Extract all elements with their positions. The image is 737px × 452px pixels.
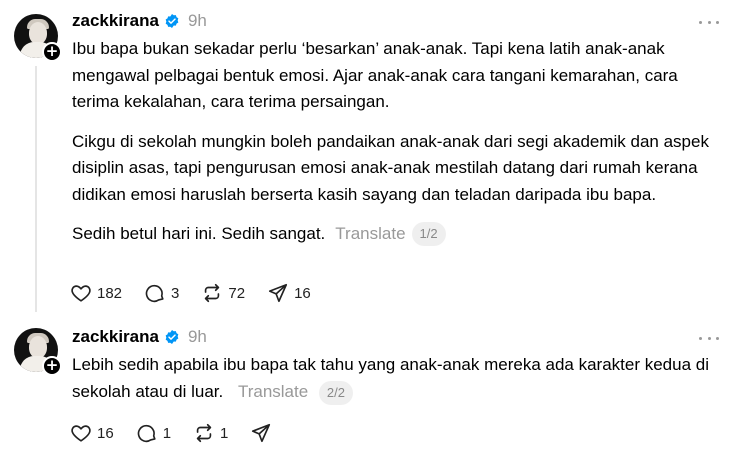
post-time: 9h bbox=[187, 327, 207, 346]
verified-badge-icon bbox=[165, 330, 179, 344]
avatar-container[interactable]: + bbox=[14, 14, 62, 62]
send-icon bbox=[268, 283, 288, 303]
post-paragraph: Ibu bapa bukan sekadar perlu ‘besarkan’ … bbox=[72, 39, 678, 111]
translate-link[interactable]: Translate bbox=[335, 221, 405, 248]
share-count: 16 bbox=[294, 284, 311, 302]
share-button[interactable]: 16 bbox=[267, 282, 311, 304]
share-button[interactable] bbox=[250, 422, 277, 444]
post-time: 9h bbox=[187, 11, 207, 30]
repost-icon bbox=[196, 423, 212, 443]
reply-button[interactable]: 3 bbox=[144, 282, 179, 304]
repost-count: 1 bbox=[220, 424, 229, 442]
follow-plus-icon[interactable]: + bbox=[42, 42, 62, 62]
post-paragraph: Cikgu di sekolah mungkin boleh pandaikan… bbox=[72, 131, 709, 204]
follow-plus-icon[interactable]: + bbox=[42, 356, 62, 376]
send-icon bbox=[252, 423, 271, 443]
translate-link[interactable]: Translate bbox=[238, 382, 308, 401]
reply-count: 1 bbox=[162, 424, 172, 442]
verified-badge-icon bbox=[165, 14, 179, 28]
repost-icon bbox=[205, 283, 220, 303]
post-header: zackkirana 9h bbox=[72, 9, 207, 33]
avatar-container[interactable]: + bbox=[14, 328, 62, 376]
more-dots-icon[interactable] bbox=[699, 12, 719, 32]
post-actions: 16 1 1 bbox=[70, 422, 299, 444]
comment-icon bbox=[137, 424, 156, 443]
username[interactable]: zackkirana bbox=[72, 327, 159, 347]
heart-icon bbox=[71, 285, 91, 302]
thread-post-1: + zackkirana 9h Ibu bapa bukan sekadar p… bbox=[0, 0, 737, 316]
like-count: 16 bbox=[97, 424, 114, 442]
post-actions: 182 3 72 16 bbox=[70, 282, 333, 304]
reply-button[interactable]: 1 bbox=[136, 422, 171, 444]
repost-count: 72 bbox=[228, 284, 246, 302]
like-button[interactable]: 182 bbox=[70, 282, 122, 304]
thread-post-2: + zackkirana 9h Lebih sedih apabila ibu … bbox=[0, 316, 737, 452]
like-button[interactable]: 16 bbox=[70, 422, 114, 444]
thread-pager-badge: 2/2 bbox=[318, 380, 353, 405]
post-header: zackkirana 9h bbox=[72, 325, 207, 349]
post-body: Ibu bapa bukan sekadar perlu ‘besarkan’ … bbox=[72, 36, 727, 248]
post-body: Lebih sedih apabila ibu bapa tak tahu ya… bbox=[72, 352, 727, 405]
repost-button[interactable]: 1 bbox=[193, 422, 228, 444]
username[interactable]: zackkirana bbox=[72, 11, 159, 31]
thread-connector-line bbox=[35, 66, 37, 312]
thread-pager-badge: 1/2 bbox=[411, 222, 446, 247]
heart-icon bbox=[71, 425, 91, 442]
post-paragraph: Sedih betul hari ini. Sedih sangat. bbox=[72, 224, 326, 243]
reply-count: 3 bbox=[171, 284, 180, 302]
post-paragraph: Lebih sedih apabila ibu bapa tak tahu ya… bbox=[72, 355, 709, 401]
comment-icon bbox=[145, 284, 164, 303]
repost-button[interactable]: 72 bbox=[201, 282, 245, 304]
like-count: 182 bbox=[97, 284, 123, 302]
more-dots-icon[interactable] bbox=[699, 328, 719, 348]
